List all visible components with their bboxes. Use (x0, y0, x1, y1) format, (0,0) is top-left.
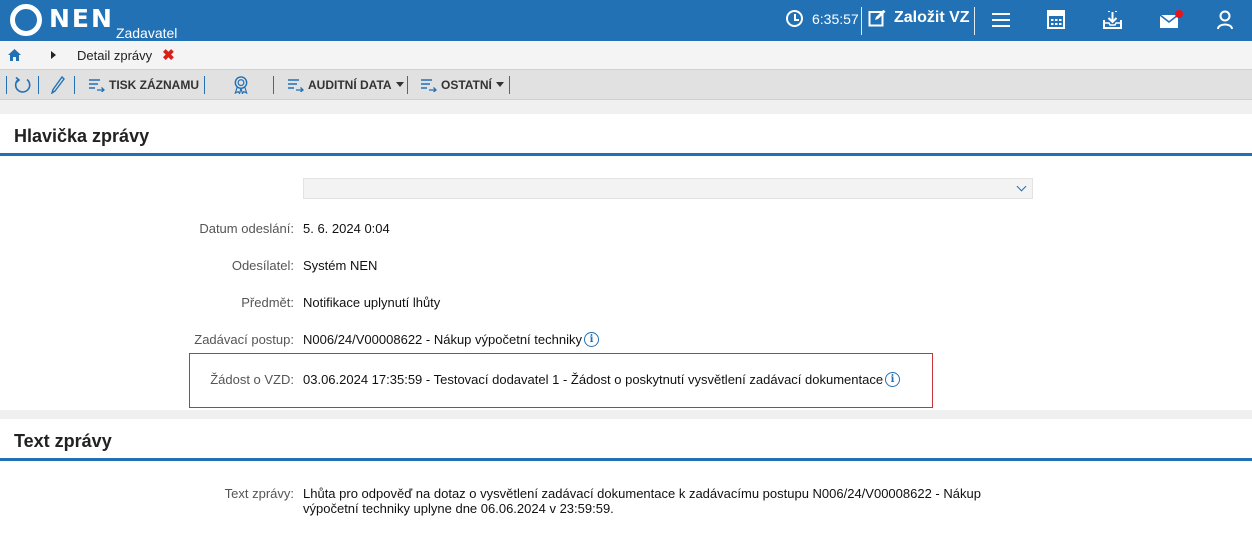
field-label: Text zprávy: (224, 486, 294, 501)
field-label: Datum odeslání: (199, 221, 294, 236)
field-procedure: Zadávací postup: N006/24/V00008622 - Nák… (0, 332, 1252, 352)
inbox-download-icon[interactable] (1103, 10, 1122, 30)
field-value: Systém NEN (303, 258, 378, 273)
toolbar-divider (74, 76, 75, 94)
edit-icon (868, 9, 886, 27)
toolbar-divider (407, 76, 408, 94)
procedure-link[interactable]: N006/24/V00008622 - Nákup výpočetní tech… (303, 332, 582, 347)
close-tab-icon[interactable]: ✖ (162, 48, 175, 63)
chevron-down-icon (395, 82, 404, 87)
home-icon[interactable] (8, 49, 21, 61)
section-header: Text zprávy (0, 419, 1252, 461)
toolbar-divider (38, 76, 39, 94)
chevron-down-icon (1016, 181, 1027, 192)
field-sent-date: Datum odeslání: 5. 6. 2024 0:04 (0, 221, 1252, 241)
toolbar: TISK ZÁZNAMU AUDITNÍ DATA OSTATNÍ (0, 69, 1252, 100)
message-line: Lhůta pro odpověď na dotaz o vysvětlení … (303, 486, 981, 501)
toolbar-divider (509, 76, 510, 94)
message-line: výpočetní techniky uplyne dne 06.06.2024… (303, 501, 614, 516)
info-icon[interactable]: i (583, 332, 599, 347)
breadcrumb-arrow-icon (51, 51, 56, 59)
message-text-panel: Text zprávy (0, 419, 1252, 536)
audit-data-label: AUDITNÍ DATA (308, 77, 392, 92)
nen-logo[interactable]: NEN Zadavatel (10, 4, 177, 41)
nen-logo-icon (10, 4, 42, 36)
field-value: 5. 6. 2024 0:04 (303, 221, 390, 236)
toolbar-divider (204, 76, 205, 94)
field-value: Notifikace uplynutí lhůty (303, 295, 441, 310)
breadcrumb: Detail zprávy ✖ (0, 41, 1252, 69)
field-sender: Odesílatel: Systém NEN (0, 258, 1252, 278)
field-label: Předmět: (241, 295, 294, 310)
refresh-icon[interactable] (14, 76, 32, 94)
message-body: Lhůta pro odpověď na dotaz o vysvětlení … (303, 486, 981, 516)
logo-text: NEN (49, 4, 114, 33)
logo-subtitle: Zadavatel (115, 25, 178, 41)
field-subject: Předmět: Notifikace uplynutí lhůty (0, 295, 1252, 315)
session-clock: 6:35:57 (786, 10, 859, 27)
user-icon[interactable] (1216, 10, 1234, 30)
calculator-icon[interactable] (1047, 10, 1065, 30)
clock-time: 6:35:57 (812, 10, 859, 27)
field-value-wrap: N006/24/V00008622 - Nákup výpočetní tech… (303, 332, 599, 347)
notification-dot (1175, 10, 1183, 18)
chevron-down-icon (495, 82, 504, 87)
section-title: Hlavička zprávy (14, 126, 150, 146)
other-dropdown[interactable]: OSTATNÍ (420, 70, 504, 99)
pencil-icon[interactable] (51, 76, 65, 94)
top-bar: NEN Zadavatel 6:35:57 Založit VZ (0, 0, 1252, 41)
list-icon (421, 78, 437, 92)
toolbar-divider (6, 76, 7, 94)
field-message-text: Text zprávy: Lhůta pro odpověď na dotaz … (0, 486, 1252, 518)
certificate-icon[interactable] (232, 76, 250, 94)
clock-icon (786, 10, 803, 27)
mail-icon[interactable] (1159, 10, 1185, 30)
breadcrumb-current: Detail zprávy (77, 47, 153, 63)
list-icon (288, 78, 304, 92)
print-record-label: TISK ZÁZNAMU (109, 77, 199, 92)
print-record-button[interactable]: TISK ZÁZNAMU (88, 70, 199, 99)
create-vz-label: Založit VZ (894, 9, 970, 26)
other-label: OSTATNÍ (441, 77, 492, 92)
header-select[interactable] (303, 178, 1033, 199)
field-label: Zadávací postup: (194, 332, 294, 347)
create-vz-button[interactable]: Založit VZ (868, 9, 970, 27)
topbar-divider (974, 7, 975, 35)
field-label: Odesílatel: (231, 258, 294, 273)
section-header: Hlavička zprávy (0, 114, 1252, 156)
menu-icon[interactable] (992, 10, 1010, 30)
audit-data-dropdown[interactable]: AUDITNÍ DATA (287, 70, 404, 99)
topbar-divider (861, 7, 862, 35)
toolbar-divider (273, 76, 274, 94)
highlight-box (189, 353, 933, 408)
list-icon (89, 78, 105, 92)
section-title: Text zprávy (14, 431, 112, 451)
